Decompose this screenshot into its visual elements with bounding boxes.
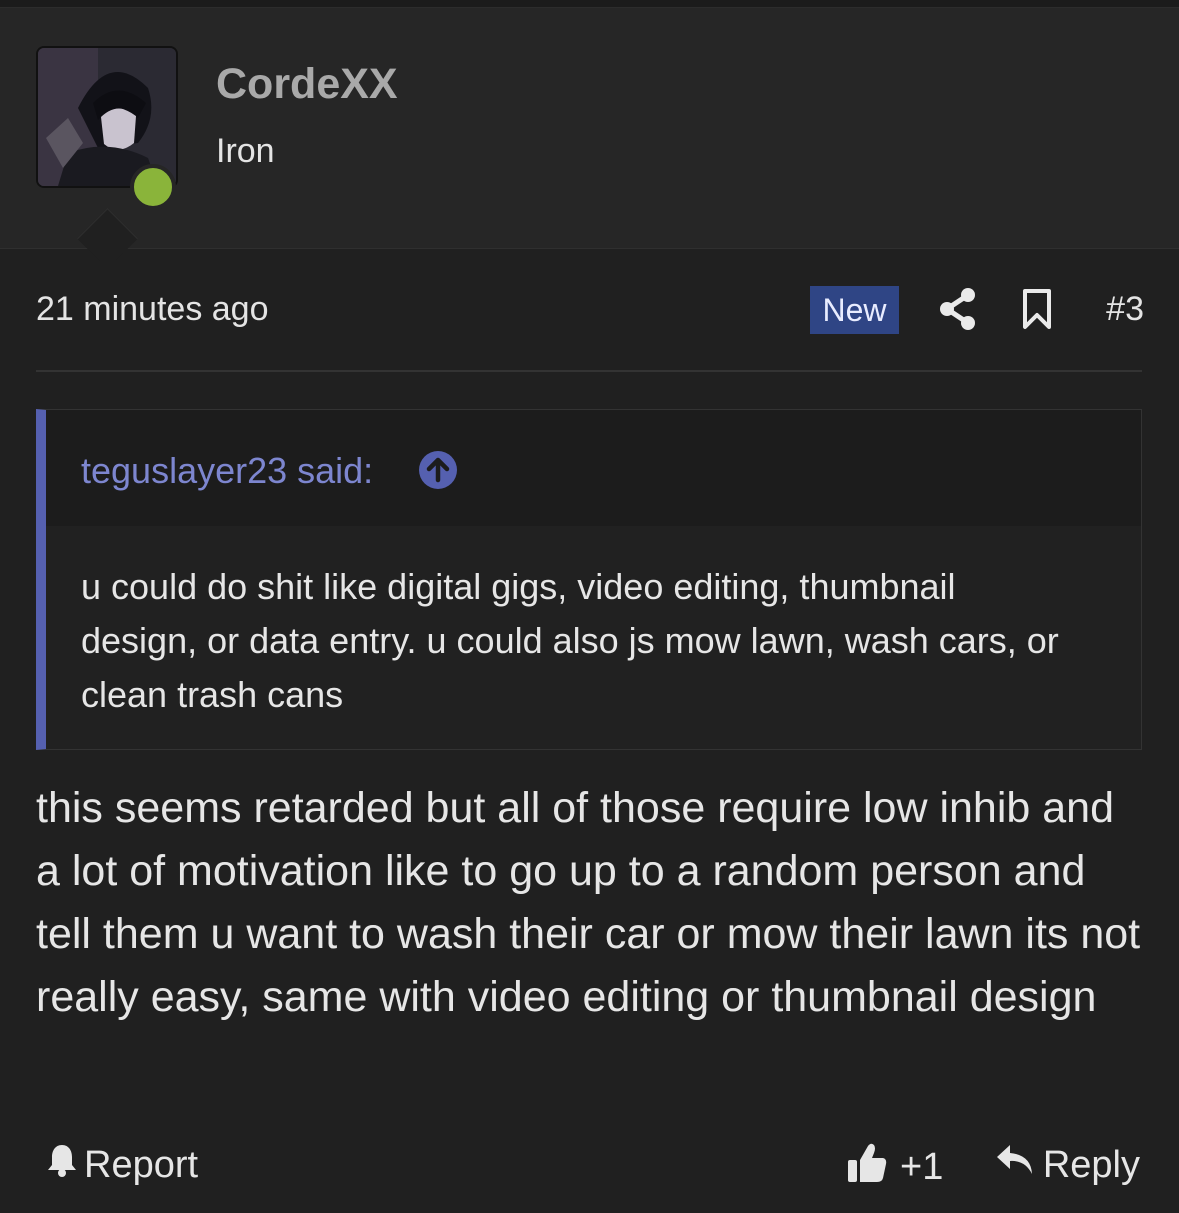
top-border: [0, 0, 1179, 8]
reply-label: Reply: [1042, 1143, 1140, 1186]
quote-text: u could do shit like digital gigs, video…: [81, 566, 1059, 715]
reply-button[interactable]: Reply: [995, 1142, 1140, 1188]
post-body: this seems retarded but all of those req…: [36, 784, 1141, 1021]
bookmark-icon[interactable]: [1020, 287, 1054, 336]
online-status-indicator: [130, 164, 176, 210]
post-actions: Report +1 Reply: [36, 1140, 1144, 1194]
reply-icon: [995, 1142, 1035, 1188]
username[interactable]: CordeXX: [216, 60, 398, 109]
bell-icon: [46, 1142, 78, 1188]
divider: [36, 370, 1142, 372]
quote-header: teguslayer23 said:: [46, 410, 1141, 526]
like-button[interactable]: +1: [846, 1140, 943, 1194]
quote-block: teguslayer23 said: u could do shit like …: [36, 409, 1142, 750]
post-timestamp[interactable]: 21 minutes ago: [36, 290, 269, 329]
post-meta: 21 minutes ago New #3: [36, 284, 1144, 338]
like-count: +1: [900, 1145, 944, 1188]
user-header: CordeXX Iron: [0, 8, 1179, 249]
share-icon[interactable]: [938, 287, 978, 336]
user-title: Iron: [216, 132, 275, 170]
report-button[interactable]: Report: [46, 1142, 198, 1188]
report-label: Report: [84, 1143, 199, 1186]
quote-author[interactable]: teguslayer23 said:: [81, 450, 373, 492]
new-badge: New: [810, 286, 899, 334]
thumbs-up-icon: [846, 1140, 888, 1194]
post-number[interactable]: #3: [1106, 290, 1144, 329]
jump-to-quote-icon[interactable]: [418, 450, 458, 495]
